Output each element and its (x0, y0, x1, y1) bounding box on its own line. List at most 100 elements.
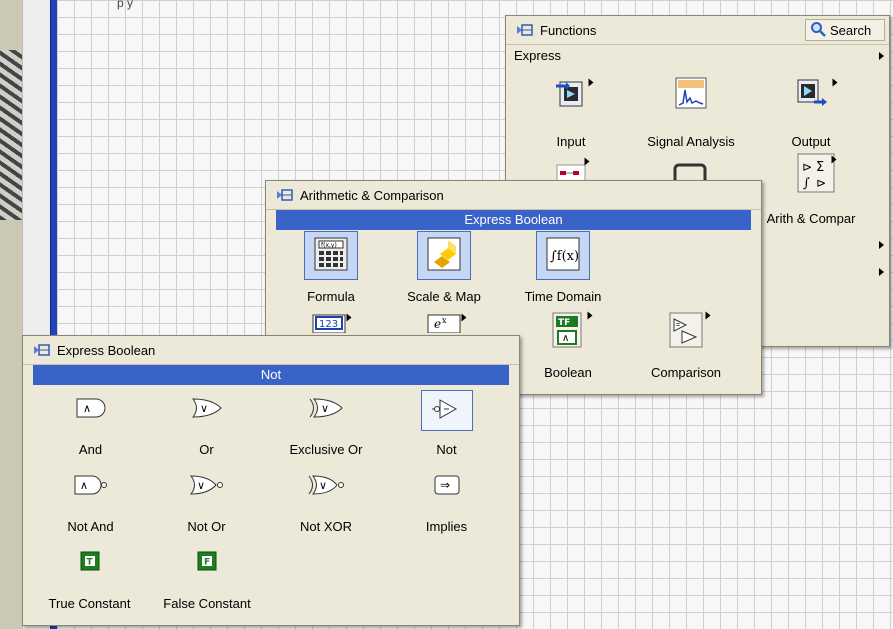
svg-text:⇒: ⇒ (440, 478, 450, 492)
svg-text:∫f(x): ∫f(x) (550, 249, 579, 264)
implies-icon: ⇒ (430, 473, 464, 500)
search-button[interactable]: Search (805, 19, 885, 41)
palette-item-comparison[interactable]: = Comparison (636, 309, 736, 389)
svg-text:∧: ∧ (562, 333, 569, 344)
express-boolean-titlebar[interactable]: Express Boolean (23, 336, 519, 365)
palette-item-false-constant[interactable]: F False Constant (153, 550, 261, 620)
palette-item-not-label: Not (436, 442, 457, 457)
palette-item-true-constant[interactable]: T True Constant (37, 550, 142, 620)
palette-item-output-label: Output (791, 134, 831, 149)
svg-text:⊳: ⊳ (802, 160, 812, 174)
pin-icon[interactable] (33, 343, 51, 357)
comparison-icon: = (666, 309, 706, 352)
express-boolean-palette[interactable]: Express Boolean Not ∧ And ∨ Or ∨ Exclusi… (22, 335, 520, 626)
scale-map-icon (417, 231, 471, 280)
svg-text:Σ: Σ (816, 160, 824, 175)
svg-text:∫: ∫ (803, 176, 810, 191)
arith-compar-titlebar[interactable]: Arithmetic & Comparison (266, 181, 761, 210)
palette-item-signal-analysis-label: Signal Analysis (647, 134, 735, 149)
palette-item-formula[interactable]: f(x,y) Formula (291, 231, 371, 311)
palette-item-signal-analysis[interactable]: Signal Analysis (636, 76, 746, 151)
palette-item-not-or[interactable]: ∨ Not Or (159, 473, 254, 543)
submenu-arrow-icon (584, 157, 590, 166)
palette-item-not[interactable]: Not (399, 390, 494, 466)
palette-item-partial-1[interactable] (551, 157, 591, 182)
palette-item-time-domain[interactable]: ∫f(x) Time Domain (518, 231, 608, 311)
svg-text:f(x,y): f(x,y) (321, 242, 337, 249)
svg-text:e: e (434, 317, 441, 331)
boolean-selected-bar: Not (33, 365, 509, 385)
palette-item-not-and[interactable]: ∧ Not And (43, 473, 138, 543)
palette-item-input[interactable]: Input (541, 76, 601, 151)
category-express[interactable]: Express (506, 45, 889, 67)
svg-text:=: = (676, 322, 680, 329)
palette-item-not-xor[interactable]: ∨ Not XOR (271, 473, 381, 543)
svg-text:x: x (442, 316, 447, 325)
submenu-arrow-icon (879, 268, 884, 276)
output-icon (794, 76, 828, 113)
palette-item-partial-numeric[interactable]: 123 (311, 313, 353, 334)
functions-title: Functions (540, 22, 597, 38)
palette-item-false-constant-label: False Constant (163, 596, 251, 611)
or-icon: ∨ (190, 396, 224, 423)
not-or-icon: ∨ (188, 473, 226, 500)
svg-text:∨: ∨ (321, 402, 329, 415)
arith-compar-title: Arithmetic & Comparison (300, 187, 444, 203)
palette-item-not-or-label: Not Or (187, 519, 226, 534)
palette-item-output[interactable]: Output (781, 76, 841, 151)
svg-text:123: 123 (319, 319, 338, 330)
not-icon (420, 390, 473, 431)
search-icon (810, 21, 826, 40)
palette-item-scale-map[interactable]: Scale & Map (404, 231, 484, 311)
submenu-arrow-icon (879, 52, 884, 60)
submenu-arrow-icon (588, 78, 594, 87)
express-boolean-title: Express Boolean (57, 342, 156, 358)
boolean-icon: TF ∧ (549, 309, 587, 352)
palette-item-formula-label: Formula (307, 289, 355, 304)
palette-item-partial-math[interactable]: ex (426, 313, 468, 334)
and-icon: ∧ (74, 396, 108, 423)
palette-item-boolean[interactable]: TF ∧ Boolean (528, 309, 608, 389)
palette-item-and[interactable]: ∧ And (43, 396, 138, 466)
exclusive-or-icon: ∨ (307, 396, 345, 423)
palette-item-input-label: Input (556, 134, 586, 149)
submenu-arrow-icon (461, 313, 467, 322)
input-icon (554, 76, 588, 113)
svg-text:F: F (204, 558, 210, 568)
time-domain-icon: ∫f(x) (536, 231, 590, 280)
category-express-label: Express (514, 48, 561, 63)
palette-item-or[interactable]: ∨ Or (159, 396, 254, 466)
false-constant-icon: F (196, 550, 218, 575)
formula-icon: f(x,y) (304, 231, 358, 280)
palette-item-or-label: Or (199, 442, 214, 457)
svg-text:∨: ∨ (200, 402, 208, 415)
svg-text:∧: ∧ (80, 479, 88, 492)
submenu-arrow-icon (346, 313, 352, 322)
palette-item-not-and-label: Not And (67, 519, 114, 534)
svg-text:T: T (86, 558, 93, 568)
arith-selected-bar: Express Boolean (276, 210, 751, 230)
palette-item-arith-compar[interactable]: ⊳ Σ ∫ ⊳ Arith & Compar (756, 153, 866, 228)
submenu-arrow-icon (587, 311, 593, 320)
not-xor-icon: ∨ (306, 473, 346, 500)
pin-icon[interactable] (276, 188, 294, 202)
palette-item-and-label: And (78, 442, 103, 457)
palette-item-time-domain-label: Time Domain (524, 289, 602, 304)
palette-item-scale-map-label: Scale & Map (407, 289, 481, 304)
true-constant-icon: T (79, 550, 101, 575)
svg-text:∧: ∧ (83, 402, 91, 415)
svg-text:∨: ∨ (319, 479, 327, 492)
svg-text:⊳: ⊳ (816, 176, 826, 190)
submenu-arrow-icon (705, 311, 711, 320)
signal-analysis-icon (674, 76, 708, 113)
palette-item-exclusive-or[interactable]: ∨ Exclusive Or (271, 396, 381, 466)
palette-item-boolean-label: Boolean (544, 365, 592, 380)
search-label: Search (830, 22, 872, 38)
palette-item-not-xor-label: Not XOR (299, 519, 352, 534)
submenu-arrow-icon (831, 155, 837, 164)
palette-item-implies[interactable]: ⇒ Implies (399, 473, 494, 543)
arith-compar-icon: ⊳ Σ ∫ ⊳ (797, 153, 835, 196)
palette-item-exclusive-or-label: Exclusive Or (289, 442, 363, 457)
pin-icon[interactable] (516, 23, 534, 37)
canvas-top-text: p y (117, 0, 134, 10)
